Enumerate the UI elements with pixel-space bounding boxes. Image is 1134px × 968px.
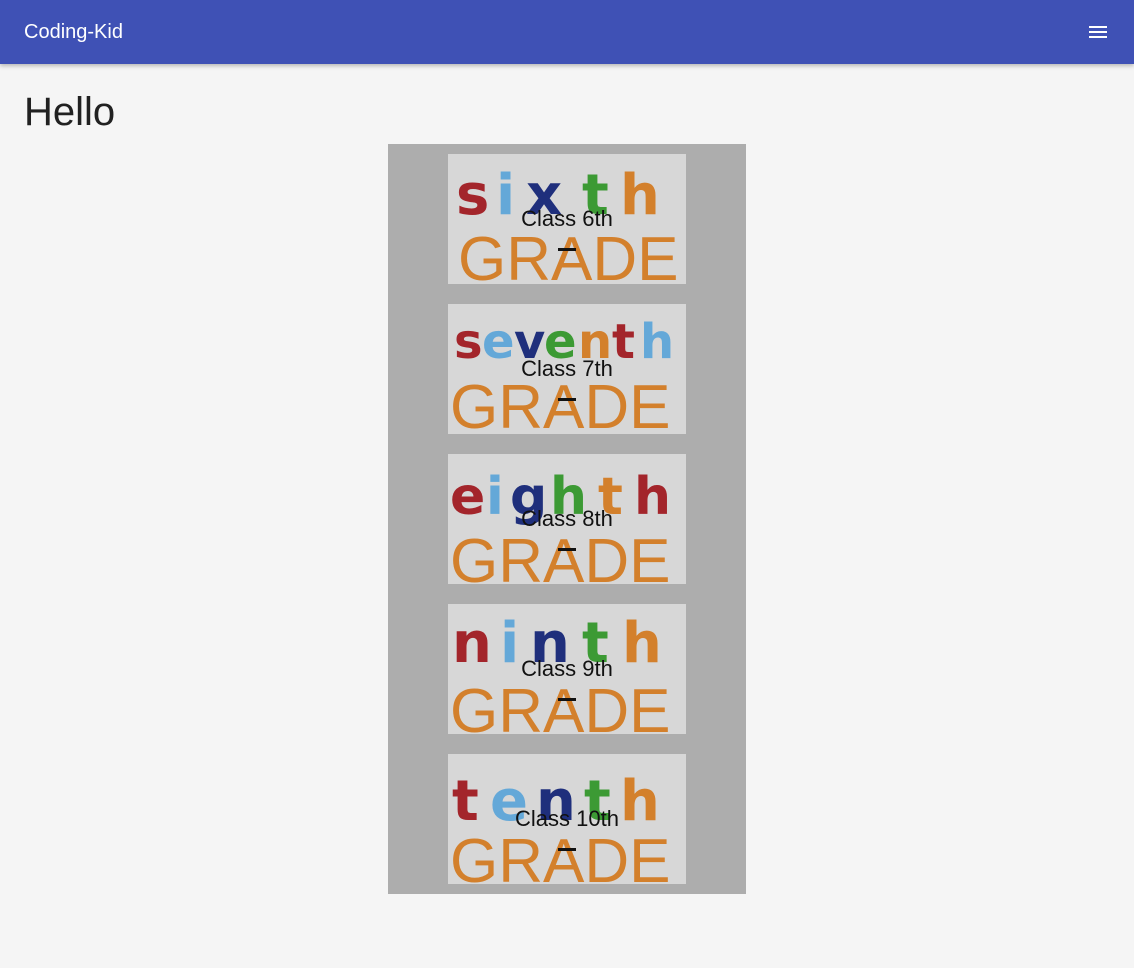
grade-card-underline [558,248,576,251]
grade-card-7[interactable]: s e v e n t h GRADE Class 7th [448,304,686,434]
grade-card-8[interactable]: e i g h t h GRADE Class 8th [448,454,686,584]
grade-card-list: s i x t h GRADE Class 6th s e v e n t h … [388,144,746,894]
menu-icon[interactable] [1086,20,1110,44]
grade-card-underline [558,848,576,851]
svg-text:GRADE: GRADE [458,225,678,284]
grade-card-underline [558,698,576,701]
svg-text:GRADE: GRADE [450,677,670,734]
page-title: Hello [24,90,116,134]
grade-card-9[interactable]: n i n t h GRADE Class 9th [448,604,686,734]
grade-card-10[interactable]: t e n t h GRADE Class 10th [448,754,686,884]
svg-text:GRADE: GRADE [450,527,670,584]
grade-card-label: Class 6th [521,206,613,231]
grade-card-label: Class 10th [515,806,619,831]
grade-card-label: Class 9th [521,656,613,681]
grade-card-6[interactable]: s i x t h GRADE Class 6th [448,154,686,284]
grade-card-underline [558,398,576,401]
grade-card-underline [558,548,576,551]
svg-text:GRADE: GRADE [450,827,670,884]
svg-text:GRADE: GRADE [450,373,670,434]
grade-card-label: Class 7th [521,356,613,381]
app-brand[interactable]: Coding-Kid [24,20,123,44]
app-toolbar: Coding-Kid [0,0,1134,64]
grade-card-label: Class 8th [521,506,613,531]
